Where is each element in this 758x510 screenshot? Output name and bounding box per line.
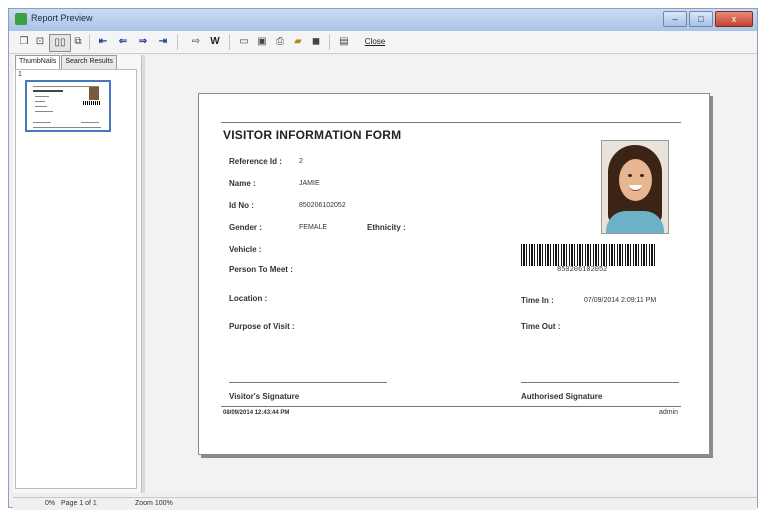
app-icon bbox=[15, 13, 27, 25]
next-page-icon[interactable]: ⇒ bbox=[135, 34, 151, 50]
title-bar: Report Preview – □ x bbox=[9, 9, 757, 31]
open-folder-icon[interactable]: ▰ bbox=[291, 34, 305, 50]
toolbar-separator bbox=[177, 34, 178, 50]
name-label: Name : bbox=[229, 179, 256, 188]
multi-page-icon[interactable]: ⧉ bbox=[71, 34, 85, 50]
time-in-value: 07/09/2014 2:09:11 PM bbox=[584, 297, 657, 304]
goto-page-icon[interactable]: ⇨ bbox=[189, 34, 203, 50]
thumbnail-barcode bbox=[83, 101, 101, 105]
report-preview-window: Report Preview – □ x ❐ ⊡ ▯▯ ⧉ ⇤ ⇐ ⇒ ⇥ ⇨ … bbox=[8, 8, 758, 510]
thumbnail-line bbox=[33, 122, 51, 123]
purpose-label: Purpose of Visit : bbox=[229, 322, 295, 331]
ethnicity-label: Ethnicity : bbox=[367, 223, 406, 232]
footer-timestamp: 08/09/2014 12:43:44 PM bbox=[223, 410, 290, 416]
gender-label: Gender : bbox=[229, 223, 262, 232]
window-controls: – □ x bbox=[663, 11, 753, 27]
thumbnail-photo bbox=[89, 87, 99, 100]
thumbnail-line bbox=[33, 90, 63, 92]
thumbnail-line bbox=[33, 127, 101, 128]
authorised-signature-line bbox=[521, 382, 679, 383]
last-page-icon[interactable]: ⇥ bbox=[155, 34, 171, 50]
close-button[interactable]: Close bbox=[361, 34, 389, 50]
visitor-photo bbox=[601, 140, 669, 234]
status-zoom: Zoom 100% bbox=[135, 500, 173, 507]
photo-face bbox=[619, 159, 652, 201]
idno-value: 850206102052 bbox=[299, 202, 346, 209]
thumbnail-line bbox=[35, 101, 45, 102]
status-page: Page 1 of 1 bbox=[61, 500, 97, 507]
toolbar-separator bbox=[329, 34, 330, 50]
thumbnail-line bbox=[35, 106, 47, 107]
idno-label: Id No : bbox=[229, 201, 254, 210]
thumbnail-line bbox=[35, 111, 53, 112]
two-page-icon[interactable]: ⊡ bbox=[33, 34, 47, 50]
tab-search-results[interactable]: Search Results bbox=[61, 55, 117, 69]
person-to-meet-label: Person To Meet : bbox=[229, 265, 293, 274]
tab-thumbnails[interactable]: ThumbNails bbox=[15, 55, 61, 69]
barcode bbox=[521, 244, 655, 266]
time-out-label: Time Out : bbox=[521, 322, 561, 331]
status-progress: 0% bbox=[45, 500, 56, 507]
reference-value: 2 bbox=[299, 158, 303, 165]
thumbnail-line bbox=[81, 122, 99, 123]
preview-area[interactable]: VISITOR INFORMATION FORM Reference Id : … bbox=[145, 55, 757, 493]
thumbnail-number: 1 bbox=[18, 71, 22, 78]
authorised-signature-label: Authorised Signature bbox=[521, 392, 603, 401]
toolbar: ❐ ⊡ ▯▯ ⧉ ⇤ ⇐ ⇒ ⇥ ⇨ W ▭ ▣ ⎙ ▰ ◼ ▤ Close bbox=[9, 31, 757, 54]
save-icon[interactable]: ◼ bbox=[309, 34, 323, 50]
window-title: Report Preview bbox=[31, 13, 93, 23]
maximize-button[interactable]: □ bbox=[689, 11, 713, 27]
visitor-signature-label: Visitor's Signature bbox=[229, 392, 300, 401]
vehicle-label: Vehicle : bbox=[229, 245, 262, 254]
gender-value: FEMALE bbox=[299, 224, 328, 231]
page-thumbnail[interactable] bbox=[25, 80, 111, 132]
barcode-text: 850206102052 bbox=[557, 266, 608, 274]
page-width-icon[interactable]: ▯▯ bbox=[49, 34, 71, 52]
single-page-icon[interactable]: ❐ bbox=[17, 34, 31, 50]
name-value: JAMIE bbox=[299, 180, 320, 187]
close-window-button[interactable]: x bbox=[715, 11, 753, 27]
status-bar: 0% Page 1 of 1 Zoom 100% bbox=[13, 497, 757, 510]
page-setup-icon[interactable]: ▣ bbox=[255, 34, 269, 50]
previous-page-icon[interactable]: ⇐ bbox=[115, 34, 131, 50]
report-page: VISITOR INFORMATION FORM Reference Id : … bbox=[198, 93, 710, 455]
time-in-label: Time In : bbox=[521, 296, 554, 305]
visitor-signature-line bbox=[229, 382, 387, 383]
toolbar-separator bbox=[229, 34, 230, 50]
reference-label: Reference Id : bbox=[229, 157, 282, 166]
new-document-icon[interactable]: ▭ bbox=[237, 34, 251, 50]
word-export-icon[interactable]: W bbox=[207, 34, 223, 50]
footer-rule bbox=[221, 406, 681, 407]
toolbar-separator bbox=[89, 34, 90, 50]
photo-shirt bbox=[606, 211, 664, 233]
pane-tabs: ThumbNails Search Results bbox=[15, 55, 118, 69]
first-page-icon[interactable]: ⇤ bbox=[95, 34, 111, 50]
photo-eye bbox=[640, 174, 644, 177]
location-label: Location : bbox=[229, 294, 268, 303]
top-rule bbox=[221, 122, 681, 123]
footer-user: admin bbox=[659, 409, 679, 416]
thumbnail-list[interactable]: 1 bbox=[15, 69, 137, 489]
photo-eye bbox=[628, 174, 632, 177]
report-icon[interactable]: ▤ bbox=[337, 34, 351, 50]
print-icon[interactable]: ⎙ bbox=[273, 34, 287, 50]
thumbnail-line bbox=[35, 96, 49, 97]
thumbnail-pane: ThumbNails Search Results 1 bbox=[13, 55, 142, 493]
form-title: VISITOR INFORMATION FORM bbox=[223, 128, 402, 142]
minimize-button[interactable]: – bbox=[663, 11, 687, 27]
